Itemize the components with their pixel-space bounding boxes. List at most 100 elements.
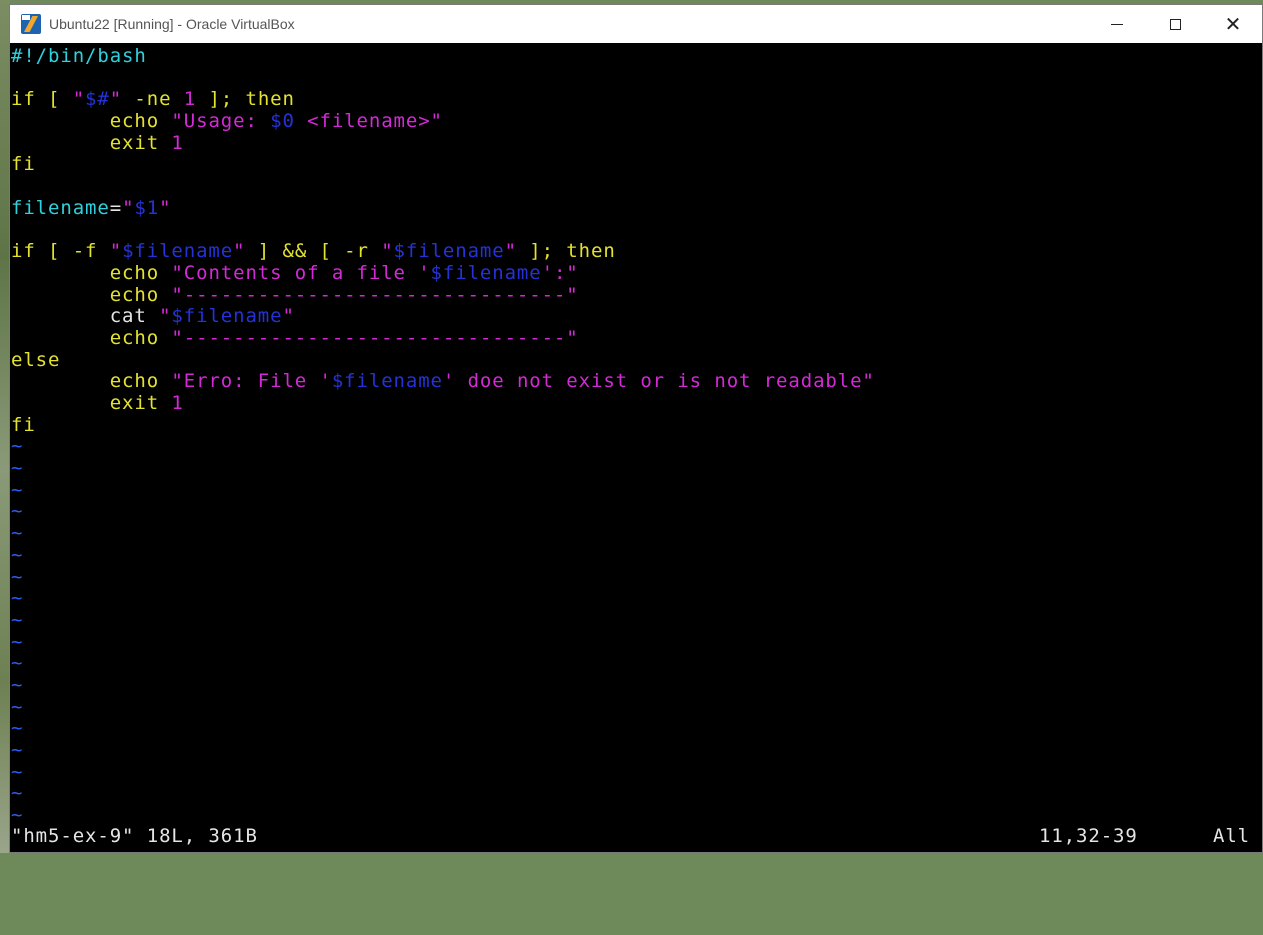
code-token: " bbox=[122, 196, 135, 219]
code-token: " bbox=[159, 196, 172, 219]
code-token: exit bbox=[11, 392, 172, 414]
maximize-button[interactable] bbox=[1146, 5, 1204, 43]
code-line[interactable]: echo "Usage: $0 <filename>" bbox=[11, 110, 875, 133]
code-token: = bbox=[109, 196, 123, 219]
empty-line-tilde: ~ bbox=[11, 760, 24, 783]
code-token: $filename bbox=[430, 261, 542, 284]
code-token: cat bbox=[11, 305, 160, 328]
title-bar[interactable]: Ubuntu22 [Running] - Oracle VirtualBox ✕ bbox=[10, 5, 1262, 43]
code-line[interactable]: echo "-------------------------------" bbox=[11, 283, 875, 307]
code-token: filename bbox=[11, 196, 110, 219]
empty-line-tilde: ~ bbox=[11, 652, 24, 675]
empty-line-tilde: ~ bbox=[11, 782, 24, 805]
cursor-position: 11,32-39 bbox=[1039, 825, 1138, 847]
code-line[interactable]: echo "Contents of a file '$filename':" bbox=[11, 261, 875, 285]
code-token: $1 bbox=[134, 196, 160, 219]
code-line[interactable]: cat "$filename" bbox=[11, 305, 875, 328]
code-line[interactable]: fi bbox=[11, 154, 875, 176]
code-token: <filename>" bbox=[294, 110, 443, 133]
code-token: " bbox=[233, 240, 246, 263]
code-buffer[interactable]: #!/bin/bash if [ "$#" -ne 1 ]; then echo… bbox=[11, 45, 875, 827]
code-token: $0 bbox=[270, 110, 295, 133]
code-token: $filename bbox=[122, 240, 234, 263]
code-token: fi bbox=[11, 153, 36, 176]
virtualbox-app-icon bbox=[21, 14, 41, 34]
code-token: -ne bbox=[122, 88, 184, 111]
empty-line-tilde: ~ bbox=[11, 457, 24, 480]
code-token: echo bbox=[11, 326, 172, 349]
code-token: "Usage: bbox=[171, 110, 271, 133]
code-line[interactable]: echo "-------------------------------" bbox=[11, 326, 875, 350]
empty-line-tilde: ~ bbox=[11, 587, 24, 610]
code-token: else bbox=[11, 348, 61, 371]
code-line[interactable]: if [ -f "$filename" ] && [ -r "$filename… bbox=[11, 240, 875, 263]
code-line[interactable]: fi bbox=[11, 413, 875, 437]
empty-line-tilde: ~ bbox=[11, 739, 24, 761]
code-line[interactable]: echo "Erro: File '$filename' doe not exi… bbox=[11, 370, 875, 393]
code-line[interactable]: exit 1 bbox=[11, 392, 875, 415]
empty-line-tilde: ~ bbox=[11, 630, 24, 653]
empty-line-tilde: ~ bbox=[11, 522, 24, 545]
code-token: ':" bbox=[541, 261, 579, 284]
code-token: "-------------------------------" bbox=[171, 283, 579, 306]
code-token: echo bbox=[11, 110, 172, 133]
code-token: " bbox=[282, 305, 295, 328]
code-token: "Erro: File ' bbox=[171, 370, 332, 393]
code-token: ]; then bbox=[516, 240, 616, 263]
empty-line-tilde: ~ bbox=[11, 608, 24, 631]
empty-line-tilde: ~ bbox=[11, 478, 24, 501]
code-line[interactable]: else bbox=[11, 348, 875, 372]
file-info: "hm5-ex-9" 18L, 361B bbox=[11, 825, 258, 847]
code-token: ] && [ -r bbox=[245, 240, 382, 263]
code-line[interactable]: exit 1 bbox=[11, 131, 875, 155]
vim-status-line: "hm5-ex-9" 18L, 361B 11,32-39 All bbox=[11, 825, 1262, 848]
minimize-button[interactable] bbox=[1088, 5, 1146, 43]
code-token: " bbox=[72, 88, 86, 111]
empty-line-tilde: ~ bbox=[11, 543, 24, 566]
code-token: 1 bbox=[171, 392, 184, 414]
code-token: if [ bbox=[11, 88, 73, 111]
window-title: Ubuntu22 [Running] - Oracle VirtualBox bbox=[49, 16, 295, 32]
empty-line-tilde: ~ bbox=[11, 500, 24, 523]
close-button[interactable]: ✕ bbox=[1204, 5, 1262, 43]
empty-line-tilde: ~ bbox=[11, 717, 24, 740]
empty-line-tilde: ~ bbox=[11, 695, 24, 718]
code-token: " bbox=[109, 240, 123, 263]
scroll-indicator: All bbox=[1213, 825, 1251, 847]
code-line[interactable]: filename="$1" bbox=[11, 196, 875, 220]
code-token: if [ -f bbox=[11, 240, 110, 263]
code-token: " bbox=[504, 240, 517, 263]
code-token: "-------------------------------" bbox=[171, 326, 579, 349]
code-token: $filename bbox=[393, 240, 505, 263]
code-line[interactable] bbox=[11, 68, 875, 90]
code-line[interactable] bbox=[11, 176, 875, 198]
code-token: " bbox=[109, 88, 123, 111]
empty-line-tilde: ~ bbox=[11, 673, 24, 696]
empty-line-tilde: ~ bbox=[11, 565, 24, 588]
code-token: 1 bbox=[183, 88, 197, 111]
code-line[interactable] bbox=[11, 220, 875, 242]
virtualbox-window: Ubuntu22 [Running] - Oracle VirtualBox ✕… bbox=[9, 4, 1263, 853]
code-token: 1 bbox=[171, 131, 184, 154]
code-line[interactable]: #!/bin/bash bbox=[11, 45, 875, 68]
code-token: $filename bbox=[331, 370, 443, 393]
code-line[interactable]: if [ "$#" -ne 1 ]; then bbox=[11, 89, 875, 111]
code-token: #!/bin/bash bbox=[11, 45, 147, 67]
code-token: " bbox=[381, 240, 394, 263]
code-token: $filename bbox=[171, 305, 283, 328]
code-token: ' doe not exist or is not readable" bbox=[442, 370, 875, 393]
code-token: echo bbox=[11, 261, 172, 284]
empty-line-tilde: ~ bbox=[11, 435, 24, 458]
code-token: " bbox=[159, 305, 172, 328]
code-token: ]; then bbox=[196, 88, 295, 111]
close-icon: ✕ bbox=[1224, 12, 1242, 36]
code-token: fi bbox=[11, 413, 36, 436]
code-token: "Contents of a file ' bbox=[171, 261, 431, 284]
vim-terminal[interactable]: #!/bin/bash if [ "$#" -ne 1 ]; then echo… bbox=[10, 43, 1262, 852]
maximize-icon bbox=[1169, 18, 1181, 30]
code-token: echo bbox=[11, 370, 172, 393]
code-token: $# bbox=[85, 88, 110, 111]
empty-line-tilde: ~ bbox=[11, 804, 24, 827]
code-token: exit bbox=[11, 131, 172, 154]
code-token: echo bbox=[11, 283, 172, 306]
